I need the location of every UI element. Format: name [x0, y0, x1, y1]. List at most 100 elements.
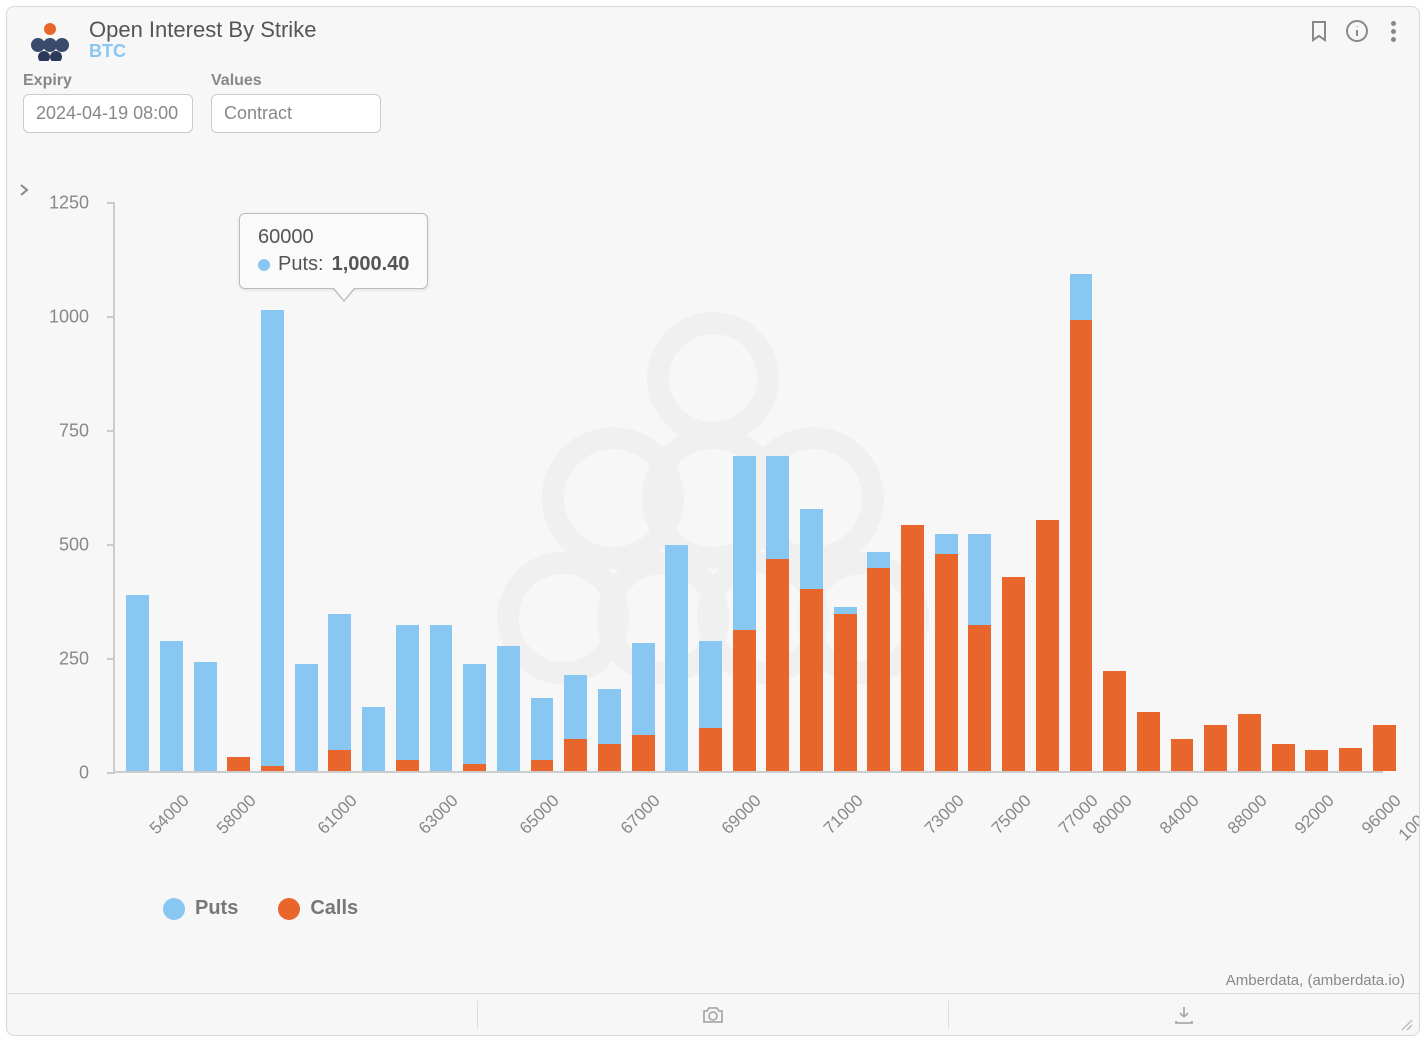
bar-segment-calls [463, 764, 486, 771]
bar-segment-puts [632, 643, 655, 734]
bar-segment-puts [362, 707, 385, 771]
bar-segment-calls [1305, 750, 1328, 771]
expiry-control: Expiry 2024-04-19 08:00 [23, 72, 193, 133]
plot-region[interactable]: 025050075010001250 60000 Puts: 1,000.40 [113, 203, 1383, 773]
controls-bar: Expiry 2024-04-19 08:00 Values Contract [7, 66, 1419, 137]
bar-segment-calls [1238, 714, 1261, 771]
expiry-label: Expiry [23, 72, 193, 90]
bar-segment-puts [463, 664, 486, 764]
bar-segment-calls [1171, 739, 1194, 771]
bar-segment-calls [1339, 748, 1362, 771]
bar-segment-calls [328, 750, 351, 771]
legend-label-puts: Puts [195, 897, 238, 920]
bar-segment-puts [598, 689, 621, 744]
values-label: Values [211, 72, 381, 90]
bar-segment-calls [1002, 577, 1025, 771]
bar-segment-puts [564, 675, 587, 739]
bar-segment-calls [227, 757, 250, 771]
x-tick-label: 92000 [1291, 791, 1339, 839]
bar-segment-puts [295, 664, 318, 771]
y-tick-label: 1000 [9, 307, 89, 328]
bar-segment-calls [564, 739, 587, 771]
x-axis-labels: 5400058000610006300065000670006900071000… [113, 781, 1383, 881]
legend-item-puts[interactable]: Puts [163, 897, 238, 920]
x-tick-label: 73000 [920, 791, 968, 839]
camera-icon [701, 1005, 725, 1025]
title-block: Open Interest By Strike BTC [89, 17, 1401, 62]
bar-segment-puts [194, 662, 217, 771]
legend-label-calls: Calls [310, 897, 358, 920]
bar-segment-puts [699, 641, 722, 728]
bar-segment-calls [1036, 520, 1059, 771]
x-tick-label: 63000 [415, 791, 463, 839]
info-icon[interactable] [1345, 19, 1369, 43]
bar-segment-puts [1070, 274, 1093, 320]
bar-segment-puts [126, 595, 149, 771]
bar-segment-puts [867, 552, 890, 568]
bar-segment-calls [1070, 320, 1093, 771]
kebab-menu-icon[interactable] [1383, 19, 1403, 43]
bar-segment-calls [699, 728, 722, 771]
y-tick-label: 250 [9, 649, 89, 670]
x-tick-label: 75000 [988, 791, 1036, 839]
download-icon [1173, 1005, 1195, 1025]
screenshot-button[interactable] [478, 994, 948, 1035]
legend-item-calls[interactable]: Calls [278, 897, 358, 920]
bar-segment-calls [766, 559, 789, 771]
bar-segment-calls [1137, 712, 1160, 771]
header-actions [1307, 19, 1403, 43]
panel-title: Open Interest By Strike [89, 17, 1401, 43]
bar-segment-puts [497, 646, 520, 771]
x-tick-label: 61000 [314, 791, 362, 839]
legend-swatch-calls [278, 898, 300, 920]
chart-panel: Open Interest By Strike BTC Expiry 2024-… [6, 6, 1420, 1036]
bar-segment-calls [733, 630, 756, 771]
legend-swatch-puts [163, 898, 185, 920]
download-button[interactable] [949, 994, 1419, 1035]
x-tick-label: 69000 [718, 791, 766, 839]
panel-footer [7, 993, 1419, 1035]
chart-area: 025050075010001250 60000 Puts: 1,000.40 … [21, 197, 1405, 975]
bar-segment-puts [430, 625, 453, 771]
bar-segment-calls [261, 766, 284, 771]
panel-header: Open Interest By Strike BTC [7, 7, 1419, 66]
values-select[interactable]: Contract [211, 94, 381, 133]
x-tick-label: 84000 [1156, 791, 1204, 839]
bookmark-icon[interactable] [1307, 19, 1331, 43]
resize-handle-icon[interactable] [1399, 1017, 1413, 1031]
bar-segment-puts [261, 310, 284, 766]
footer-left [7, 994, 477, 1035]
bar-segment-calls [968, 625, 991, 771]
y-tick-label: 1250 [9, 193, 89, 214]
x-tick-label: 65000 [516, 791, 564, 839]
bar-segment-calls [901, 525, 924, 771]
bar-segment-calls [800, 589, 823, 771]
bar-segment-puts [328, 614, 351, 751]
bar-segment-calls [632, 735, 655, 771]
chart-tooltip: 60000 Puts: 1,000.40 [239, 213, 428, 289]
panel-subtitle: BTC [89, 41, 1401, 62]
x-tick-label: 71000 [819, 791, 867, 839]
x-tick-label: 54000 [146, 791, 194, 839]
tooltip-swatch [258, 259, 270, 271]
bar-segment-puts [766, 456, 789, 559]
y-tick-label: 750 [9, 421, 89, 442]
bar-segment-puts [665, 545, 688, 771]
bar-segment-puts [935, 534, 958, 555]
expiry-select[interactable]: 2024-04-19 08:00 [23, 94, 193, 133]
x-tick-label: 88000 [1224, 791, 1272, 839]
x-tick-label: 58000 [213, 791, 261, 839]
bar-segment-puts [733, 456, 756, 629]
bar-segment-calls [1373, 725, 1396, 771]
bar-segment-calls [598, 744, 621, 771]
bar-segment-puts [800, 509, 823, 589]
bar-segment-calls [1272, 744, 1295, 771]
bar-segment-puts [396, 625, 419, 760]
attribution-text: Amberdata, (amberdata.io) [1226, 972, 1405, 989]
bar-segment-calls [867, 568, 890, 771]
y-tick-label: 500 [9, 535, 89, 556]
y-tick-label: 0 [9, 763, 89, 784]
bar-segment-puts [160, 641, 183, 771]
tooltip-series-label: Puts: [278, 253, 324, 276]
bar-segment-calls [1103, 671, 1126, 771]
